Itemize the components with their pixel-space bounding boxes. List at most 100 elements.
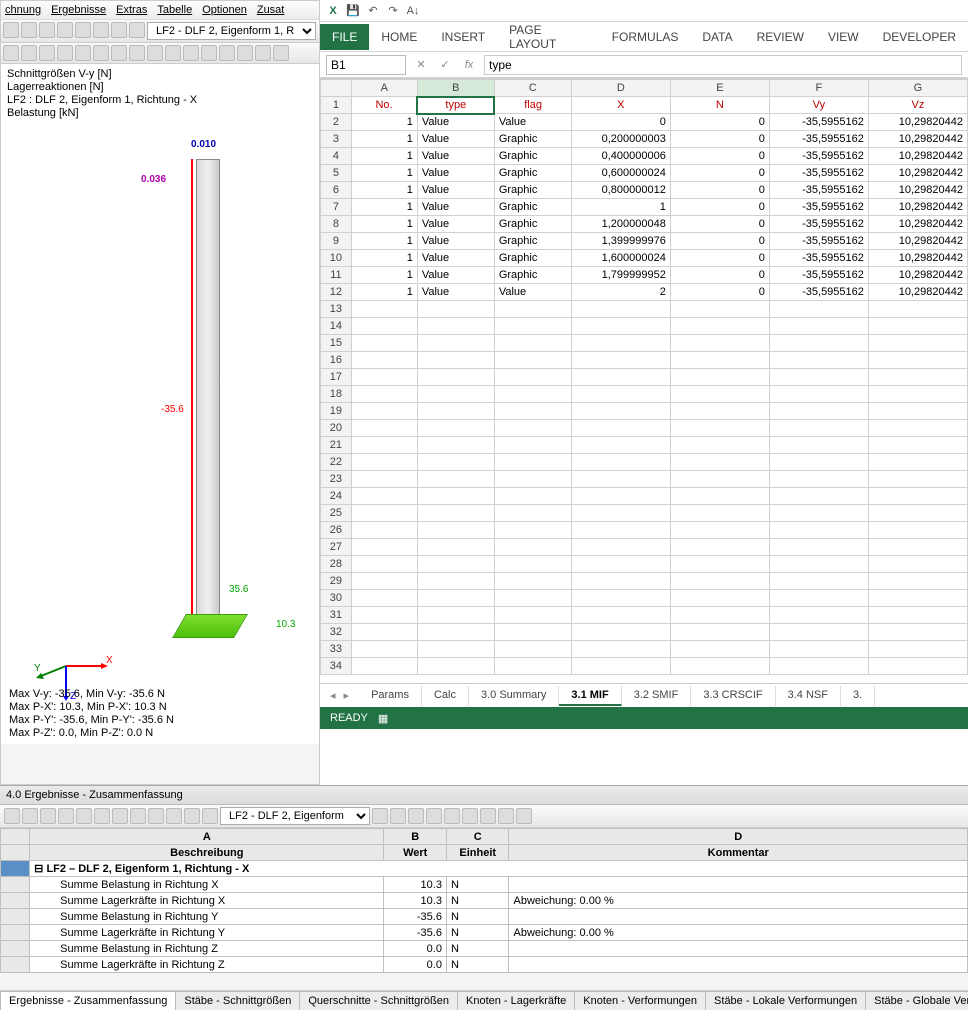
cell[interactable] [571,539,670,556]
cell[interactable] [670,420,769,437]
cell[interactable] [670,454,769,471]
comment-cell[interactable]: Abweichung: 0.00 % [509,893,968,909]
cell[interactable]: -35,5955162 [769,114,868,131]
confirm-icon[interactable]: ✓ [436,58,454,71]
cell[interactable] [769,641,868,658]
cell[interactable]: Value [417,199,494,216]
desc-cell[interactable]: Summe Lagerkräfte in Richtung X [30,893,384,909]
cell[interactable] [494,403,571,420]
save-icon[interactable]: 💾 [346,4,360,18]
col-header[interactable]: G [868,80,967,97]
cell[interactable]: 1 [351,114,417,131]
row-header[interactable]: 33 [321,641,352,658]
cell[interactable] [769,505,868,522]
cell[interactable] [494,505,571,522]
name-box[interactable] [326,55,406,75]
ribbon-tab-developer[interactable]: DEVELOPER [871,24,968,50]
comment-cell[interactable] [509,909,968,925]
menu-item[interactable]: Ergebnisse [51,4,106,16]
cell[interactable] [571,403,670,420]
cell[interactable] [769,607,868,624]
cell[interactable] [417,403,494,420]
desc-cell[interactable]: Summe Lagerkräfte in Richtung Y [30,925,384,941]
results-tab[interactable]: Knoten - Lagerkräfte [457,991,575,1010]
cell[interactable] [769,420,868,437]
sheet-tab[interactable]: Calc [422,686,469,706]
cell[interactable] [670,471,769,488]
cell[interactable] [571,437,670,454]
cell[interactable] [351,624,417,641]
toolbar-icon[interactable] [255,45,271,61]
cell[interactable] [769,403,868,420]
row-header[interactable]: 18 [321,386,352,403]
ribbon-tab-home[interactable]: HOME [369,24,429,50]
cell[interactable] [868,488,967,505]
header-cell[interactable]: Vz [868,97,967,114]
cell[interactable] [494,318,571,335]
cell[interactable] [868,318,967,335]
results-tab[interactable]: Stäbe - Globale Verformungen [865,991,968,1010]
cell[interactable] [571,522,670,539]
row-header[interactable]: 16 [321,352,352,369]
row-header[interactable]: 30 [321,590,352,607]
cell[interactable] [417,590,494,607]
cell[interactable] [571,335,670,352]
cell[interactable]: 0 [670,267,769,284]
header-cell[interactable]: X [571,97,670,114]
toolbar-icon[interactable] [39,22,55,38]
results-tab[interactable]: Querschnitte - Schnittgrößen [299,991,458,1010]
cell[interactable] [769,301,868,318]
toolbar-icon[interactable] [75,45,91,61]
row-header[interactable]: 5 [321,165,352,182]
cell[interactable]: Graphic [494,148,571,165]
cell[interactable] [670,369,769,386]
cell[interactable] [571,369,670,386]
cell[interactable] [417,437,494,454]
cell[interactable]: 10,29820442 [868,148,967,165]
cell[interactable] [670,522,769,539]
toolbar-icon[interactable] [129,45,145,61]
col-header[interactable]: D [571,80,670,97]
cell[interactable]: Graphic [494,216,571,233]
row-header[interactable]: 15 [321,335,352,352]
cell[interactable] [769,556,868,573]
cell[interactable]: 1 [351,284,417,301]
toolbar-icon[interactable] [57,45,73,61]
toolbar-icon[interactable] [444,808,460,824]
cell[interactable] [351,573,417,590]
row-header[interactable]: 29 [321,573,352,590]
cell[interactable] [351,335,417,352]
cell[interactable] [494,607,571,624]
cell[interactable]: Value [417,284,494,301]
cell[interactable]: -35,5955162 [769,131,868,148]
toolbar-icon[interactable] [94,808,110,824]
cell[interactable]: 1 [351,199,417,216]
cell[interactable]: -35,5955162 [769,284,868,301]
cell[interactable] [351,403,417,420]
cell[interactable] [417,420,494,437]
cell[interactable]: 1 [351,250,417,267]
cell[interactable] [769,624,868,641]
cell[interactable]: 0 [670,284,769,301]
toolbar-icon[interactable] [165,45,181,61]
results-tab[interactable]: Stäbe - Lokale Verformungen [705,991,866,1010]
row-header[interactable]: 27 [321,539,352,556]
results-tab[interactable]: Ergebnisse - Zusammenfassung [0,991,176,1010]
cell[interactable] [571,505,670,522]
nav-next-icon[interactable] [408,808,424,824]
cell[interactable] [351,420,417,437]
toolbar-icon[interactable] [21,22,37,38]
unit-cell[interactable]: N [446,957,509,973]
cell[interactable] [571,590,670,607]
cell[interactable] [417,488,494,505]
toolbar-icon[interactable] [3,45,19,61]
cell[interactable] [494,573,571,590]
cell[interactable] [351,369,417,386]
unit-cell[interactable]: N [446,893,509,909]
ribbon-tab-file[interactable]: FILE [320,24,369,50]
excel-export-icon[interactable] [498,808,514,824]
cell[interactable] [571,352,670,369]
menu-item[interactable]: Tabelle [157,4,192,16]
cell[interactable] [494,454,571,471]
cell[interactable] [670,301,769,318]
